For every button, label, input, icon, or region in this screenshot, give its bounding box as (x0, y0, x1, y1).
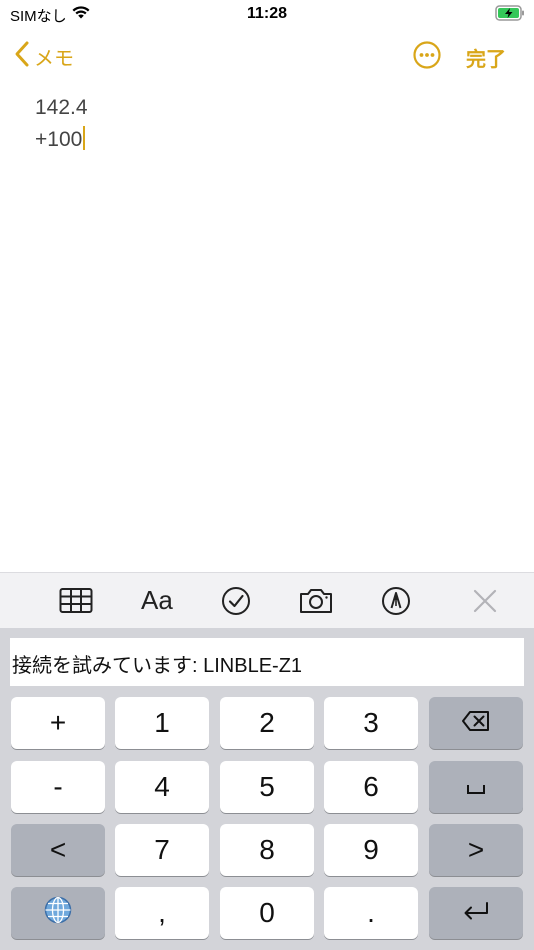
chevron-left-icon (14, 40, 30, 73)
delete-key[interactable] (429, 697, 523, 749)
globe-key[interactable] (11, 887, 105, 939)
table-icon[interactable] (59, 587, 93, 620)
text-caret (83, 126, 86, 150)
key-7[interactable]: 7 (115, 824, 209, 876)
key-comma[interactable]: , (115, 887, 209, 939)
done-button[interactable]: 完了 (466, 43, 506, 72)
key-less-than[interactable]: < (11, 824, 105, 876)
note-line: 142.4 (35, 96, 88, 119)
more-options-icon[interactable] (412, 40, 442, 75)
nav-bar: メモ 完了 (0, 36, 534, 76)
globe-icon (43, 895, 73, 932)
key-plus[interactable]: + (11, 697, 105, 749)
numeric-keyboard: 接続を試みています: LINBLE-Z1 + 1 2 3 - 4 5 6 < 7… (0, 628, 534, 950)
space-icon (466, 771, 486, 803)
key-period[interactable]: . (324, 887, 418, 939)
key-2[interactable]: 2 (220, 697, 314, 749)
return-key[interactable] (429, 887, 523, 939)
markup-pen-icon[interactable] (381, 586, 411, 621)
back-label: メモ (34, 48, 74, 70)
back-button[interactable]: メモ (14, 40, 74, 73)
return-icon (461, 897, 491, 929)
key-8[interactable]: 8 (220, 824, 314, 876)
note-line-current: +100 (35, 124, 505, 156)
key-minus[interactable]: - (11, 761, 105, 813)
key-greater-than[interactable]: > (429, 824, 523, 876)
key-6[interactable]: 6 (324, 761, 418, 813)
key-5[interactable]: 5 (220, 761, 314, 813)
checklist-icon[interactable] (221, 586, 251, 621)
camera-icon[interactable] (298, 586, 334, 621)
clock: 11:28 (246, 5, 288, 22)
key-0[interactable]: 0 (220, 887, 314, 939)
battery-charging-icon (495, 5, 525, 26)
note-line-text: +100 (35, 128, 83, 151)
close-icon[interactable] (472, 588, 498, 619)
key-1[interactable]: 1 (115, 697, 209, 749)
text-style-button[interactable]: Aa (141, 585, 173, 616)
space-key[interactable] (429, 761, 523, 813)
key-9[interactable]: 9 (324, 824, 418, 876)
connection-status-bar: 接続を試みています: LINBLE-Z1 (10, 638, 524, 686)
key-3[interactable]: 3 (324, 697, 418, 749)
delete-backspace-icon (461, 707, 491, 739)
status-bar: SIMなし 11:28 (0, 0, 534, 28)
note-editor[interactable]: 142.4 +100 (35, 92, 505, 156)
format-toolbar: Aa (0, 572, 534, 628)
key-4[interactable]: 4 (115, 761, 209, 813)
